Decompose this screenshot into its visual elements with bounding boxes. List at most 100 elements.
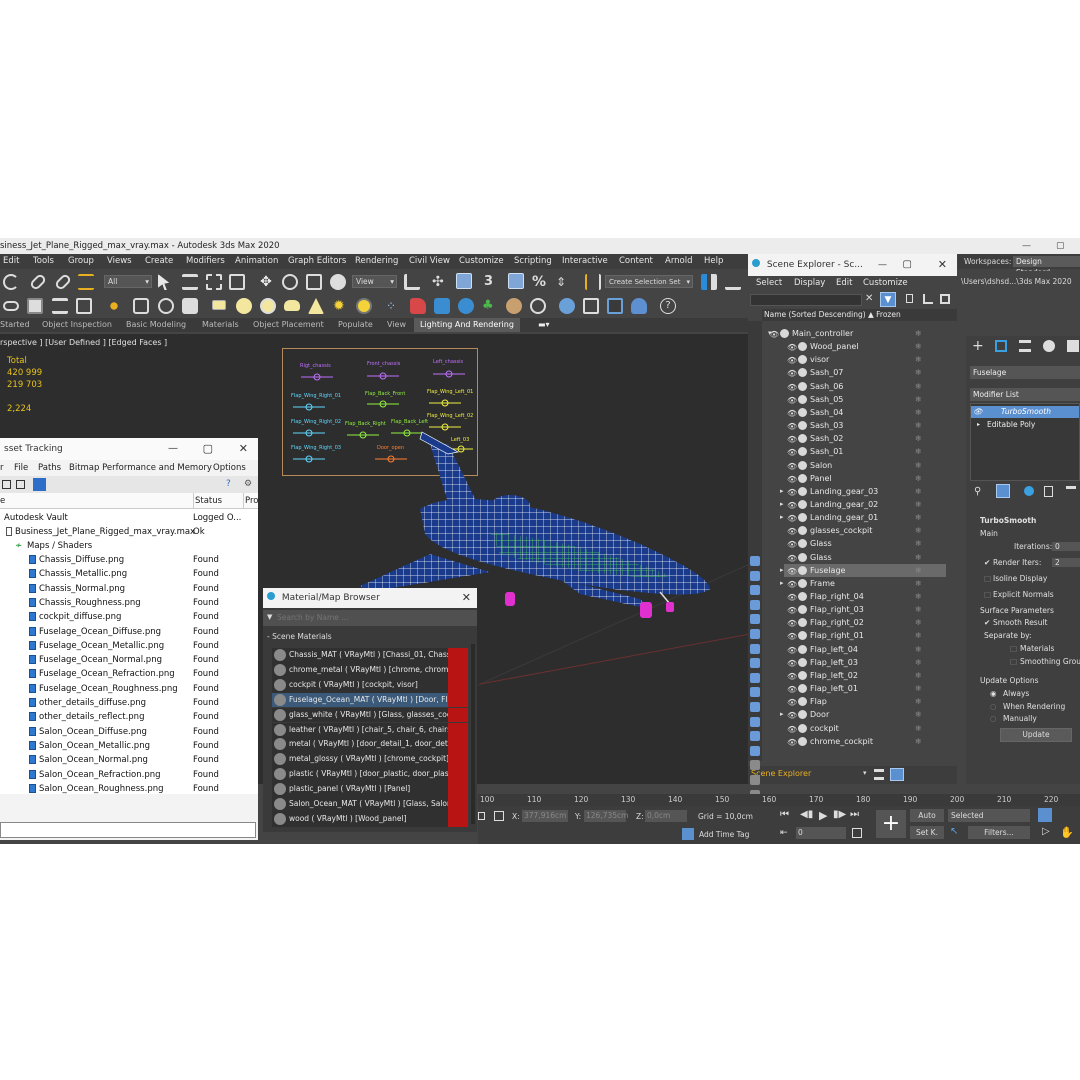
scene-object-row[interactable]: 👁 glasses_cockpit ❄ xyxy=(784,524,946,537)
configure-modifier-icon[interactable] xyxy=(1066,486,1076,496)
tab-view[interactable]: View xyxy=(387,318,406,332)
se-stack-icon[interactable] xyxy=(874,769,884,780)
scene-object-row[interactable]: 👁 Salon ❄ xyxy=(784,459,946,472)
menu-help[interactable]: Help xyxy=(704,254,723,269)
at-grid-icon[interactable] xyxy=(16,480,25,489)
visibility-eye-icon[interactable]: 👁 xyxy=(787,565,797,578)
se-menu-customize[interactable]: Customize xyxy=(863,276,908,291)
visibility-eye-icon[interactable]: 👁 xyxy=(787,460,797,473)
freeze-icon[interactable]: ❄ xyxy=(915,629,922,642)
se-filter-icon[interactable] xyxy=(750,658,760,669)
expand-arrow-icon[interactable]: ▸ xyxy=(780,577,784,590)
scene-object-row[interactable]: ▾ 👁 Main_controller ❄ xyxy=(768,327,946,340)
se-filter-icon[interactable] xyxy=(750,643,760,654)
bind-space-warp-icon[interactable] xyxy=(78,274,94,290)
at-map-row[interactable]: Salon_Ocean_Diffuse.png Found xyxy=(0,725,258,739)
se-filter-icon[interactable] xyxy=(750,570,760,581)
globe-icon[interactable] xyxy=(458,298,474,314)
visibility-eye-icon[interactable]: 👁 xyxy=(787,486,797,499)
schematic-view-icon[interactable] xyxy=(76,298,92,314)
menu-edit[interactable]: Edit xyxy=(3,254,19,269)
pivot-icon[interactable] xyxy=(404,274,420,290)
selected-dropdown[interactable]: Selected xyxy=(948,809,1030,822)
render-iters-checkbox[interactable]: ✔ xyxy=(984,558,990,567)
menu-views[interactable]: Views xyxy=(107,254,132,269)
visibility-eye-icon[interactable]: 👁 xyxy=(787,736,797,749)
render-sphere-icon[interactable] xyxy=(559,298,575,314)
scene-object-row[interactable]: ▸ 👁 Landing_gear_01 ❄ xyxy=(780,511,946,525)
at-list-icon[interactable] xyxy=(2,480,11,489)
se-lock-icon[interactable] xyxy=(906,294,913,303)
materials-checkbox[interactable]: □ xyxy=(1010,644,1017,653)
render-iters-spinner[interactable]: 2 xyxy=(1052,558,1080,567)
at-map-row[interactable]: other_details_diffuse.png Found xyxy=(0,696,258,710)
at-map-row[interactable]: Salon_Ocean_Normal.png Found xyxy=(0,753,258,767)
filters-button[interactable]: Filters... xyxy=(968,826,1030,839)
material-row[interactable]: glass_white ( VRayMtl ) [Glass, glasses_… xyxy=(272,707,468,723)
se-menu-select[interactable]: Select xyxy=(756,276,782,291)
render-frame-icon[interactable] xyxy=(583,298,599,314)
visibility-eye-icon[interactable]: 👁 xyxy=(787,446,797,459)
at-menu-paths[interactable]: Paths xyxy=(38,460,61,476)
frame-spinner[interactable]: 0 xyxy=(796,827,846,839)
scene-object-row[interactable]: 👁 Flap_left_02 ❄ xyxy=(784,669,946,682)
keyboard-shortcut-icon[interactable] xyxy=(456,273,472,289)
teapot-render-icon[interactable] xyxy=(631,298,647,314)
se-filter-icon[interactable] xyxy=(750,716,760,727)
se-filter-icon[interactable] xyxy=(750,556,760,566)
auto-key-button[interactable]: Auto xyxy=(910,809,944,822)
scene-object-row[interactable]: 👁 Glass ❄ xyxy=(784,537,946,550)
at-map-row[interactable]: Chassis_Normal.png Found xyxy=(0,582,258,596)
freeze-icon[interactable]: ❄ xyxy=(915,564,922,577)
sphere-icon[interactable] xyxy=(236,298,252,314)
visibility-eye-icon[interactable]: 👁 xyxy=(787,525,797,538)
scene-object-row[interactable]: 👁 Flap_right_01 ❄ xyxy=(784,629,946,642)
freeze-icon[interactable]: ❄ xyxy=(915,537,922,550)
visibility-eye-icon[interactable]: 👁 xyxy=(787,723,797,736)
material-row[interactable]: plastic_panel ( VRayMtl ) [Panel] xyxy=(272,782,468,797)
play-icon[interactable]: ▶ xyxy=(819,809,827,822)
at-map-row[interactable]: cockpit_diffuse.png Found xyxy=(0,610,258,624)
expand-arrow-icon[interactable]: ▸ xyxy=(780,498,784,511)
freeze-icon[interactable]: ❄ xyxy=(915,524,922,537)
material-row[interactable]: Fuselage_Ocean_MAT ( VRayMtl ) [Door, Fl… xyxy=(272,692,468,708)
tab-started[interactable]: Started xyxy=(0,318,30,332)
spinner-snap-icon[interactable]: ⇕ xyxy=(556,274,572,290)
scene-object-row[interactable]: ▸ 👁 Landing_gear_02 ❄ xyxy=(780,498,946,511)
box-icon[interactable] xyxy=(212,300,226,310)
visibility-eye-icon[interactable]: 👁 xyxy=(787,512,797,525)
at-map-row[interactable]: Fuselage_Ocean_Normal.png Found xyxy=(0,653,258,667)
at-help-icon[interactable]: ? xyxy=(226,479,231,489)
key-filters-icon[interactable]: ↖ xyxy=(950,826,958,837)
show-end-result-icon[interactable] xyxy=(996,484,1010,498)
at-map-row[interactable]: Chassis_Roughness.png Found xyxy=(0,596,258,610)
rollout-title[interactable]: TurboSmooth xyxy=(980,516,1036,525)
smoothing-groups-checkbox[interactable]: □ xyxy=(1010,657,1017,666)
named-selection-dropdown[interactable]: Create Selection Set ▾ xyxy=(605,275,693,288)
visibility-eye-icon[interactable]: 👁 xyxy=(787,538,797,551)
freeze-icon[interactable]: ❄ xyxy=(915,603,922,616)
stack-item-editable-poly[interactable]: ▸ Editable Poly xyxy=(971,419,1079,431)
se-filter-icon[interactable] xyxy=(750,585,760,596)
visibility-eye-icon[interactable]: 👁 xyxy=(787,473,797,486)
mm-close-icon[interactable]: ✕ xyxy=(462,588,471,608)
scene-object-row[interactable]: ▸ 👁 Door ❄ xyxy=(780,708,946,721)
at-settings-icon[interactable]: ⚙ xyxy=(244,479,252,489)
freeze-icon[interactable]: ❄ xyxy=(915,656,922,669)
at-table-icon[interactable] xyxy=(33,478,46,491)
next-frame-icon[interactable]: ▮▶ xyxy=(833,809,846,820)
se-filter-icon[interactable]: ▼ xyxy=(880,292,896,307)
cp-modifier-list[interactable]: Modifier List xyxy=(970,388,1080,401)
select-manipulate-icon[interactable]: ✣ xyxy=(432,274,448,290)
scene-object-row[interactable]: 👁 Flap_left_04 ❄ xyxy=(784,643,946,656)
scene-object-row[interactable]: 👁 Wood_panel ❄ xyxy=(784,340,946,353)
se-maximize-icon[interactable]: ▢ xyxy=(903,254,912,276)
scene-object-row[interactable]: 👁 Sash_01 ❄ xyxy=(784,445,946,458)
set-key-button[interactable]: Set K. xyxy=(910,826,944,839)
update-button[interactable]: Update xyxy=(1000,728,1072,742)
visibility-eye-icon[interactable]: 👁 xyxy=(787,433,797,446)
at-row-folder[interactable]: ≁ Maps / Shaders xyxy=(0,539,258,553)
scene-object-row[interactable]: ▸ 👁 Fuselage ❄ xyxy=(780,563,946,578)
se-search-input[interactable] xyxy=(750,294,862,306)
freeze-icon[interactable]: ❄ xyxy=(915,393,922,406)
